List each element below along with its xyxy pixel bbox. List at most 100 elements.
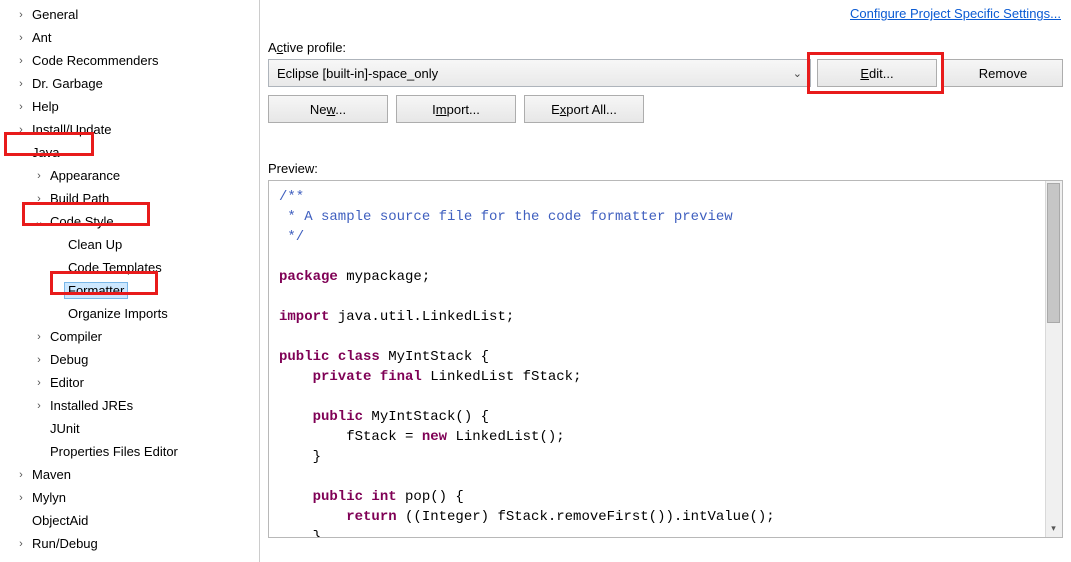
scroll-down-icon[interactable]: ▾ [1045, 520, 1062, 537]
spacer-icon: · [50, 308, 64, 320]
active-profile-label: Active profile: [268, 40, 1063, 55]
code-token: java.util.LinkedList; [329, 309, 514, 325]
tree-item-code-recommenders[interactable]: ›Code Recommenders [0, 49, 259, 72]
remove-button-label: Remove [979, 66, 1027, 81]
active-profile-select[interactable]: Eclipse [built-in]-space_only ⌄ [268, 59, 811, 87]
code-token: int [363, 489, 397, 505]
tree-item-installed-jres[interactable]: ›Installed JREs [0, 394, 259, 417]
tree-label: Team [28, 558, 68, 562]
formatter-page: Configure Project Specific Settings... A… [260, 0, 1071, 562]
chevron-right-icon: › [32, 331, 46, 343]
tree-label: Dr. Garbage [28, 75, 107, 92]
tree-label: Editor [46, 374, 88, 391]
code-token: pop() { [397, 489, 464, 505]
tree-label: Build Path [46, 190, 113, 207]
vertical-scrollbar[interactable]: ▴ ▾ [1045, 181, 1062, 537]
chevron-right-icon: › [32, 193, 46, 205]
code-token: return [279, 509, 397, 525]
tree-item-editor[interactable]: ›Editor [0, 371, 259, 394]
tree-item-ant[interactable]: ›Ant [0, 26, 259, 49]
tree-label: Properties Files Editor [46, 443, 182, 460]
preview-code[interactable]: /** * A sample source file for the code … [269, 181, 1062, 538]
code-token: } [279, 449, 321, 465]
spacer-icon: · [50, 262, 64, 274]
spacer-icon: · [14, 515, 28, 527]
tree-item-objectaid[interactable]: ·ObjectAid [0, 509, 259, 532]
import-button[interactable]: Import... [396, 95, 516, 123]
spacer-icon: · [50, 239, 64, 251]
tree-label: Clean Up [64, 236, 126, 253]
tree-label: Install/Update [28, 121, 116, 138]
code-token: package [279, 269, 338, 285]
new-button[interactable]: New... [268, 95, 388, 123]
tree-item-appearance[interactable]: ›Appearance [0, 164, 259, 187]
tree-item-run-debug[interactable]: ›Run/Debug [0, 532, 259, 555]
code-token: import [279, 309, 329, 325]
tree-item-compiler[interactable]: ›Compiler [0, 325, 259, 348]
tree-item-mylyn[interactable]: ›Mylyn [0, 486, 259, 509]
code-token: public [279, 409, 363, 425]
chevron-right-icon: › [14, 101, 28, 113]
tree-label: Organize Imports [64, 305, 172, 322]
tree-item-properties-files-editor[interactable]: ·Properties Files Editor [0, 440, 259, 463]
edit-button[interactable]: Edit... [817, 59, 937, 87]
chevron-right-icon: › [32, 170, 46, 182]
tree-item-debug[interactable]: ›Debug [0, 348, 259, 371]
scroll-thumb[interactable] [1047, 183, 1060, 323]
chevron-down-icon: ⌄ [32, 215, 46, 228]
chevron-right-icon: › [14, 538, 28, 550]
chevron-right-icon: › [14, 32, 28, 44]
chevron-down-icon: ⌄ [14, 146, 28, 159]
tree-label: Appearance [46, 167, 124, 184]
code-token: MyIntStack() { [363, 409, 489, 425]
tree-item-clean-up[interactable]: ·Clean Up [0, 233, 259, 256]
tree-item-junit[interactable]: ·JUnit [0, 417, 259, 440]
chevron-right-icon: › [14, 492, 28, 504]
tree-label: Ant [28, 29, 56, 46]
tree-item-formatter[interactable]: ·Formatter [0, 279, 259, 302]
tree-label: Compiler [46, 328, 106, 345]
tree-label: General [28, 6, 82, 23]
code-token: * A sample source file for the code form… [279, 209, 733, 225]
tree-item-code-style[interactable]: ⌄Code Style [0, 210, 259, 233]
tree-item-organize-imports[interactable]: ·Organize Imports [0, 302, 259, 325]
tree-label: Code Recommenders [28, 52, 162, 69]
tree-item-team[interactable]: ›Team [0, 555, 259, 562]
code-token: private [279, 369, 371, 385]
tree-label: Help [28, 98, 63, 115]
code-token: LinkedList fStack; [422, 369, 582, 385]
code-token: public [279, 349, 329, 365]
code-token: public [279, 489, 363, 505]
tree-item-java[interactable]: ⌄Java [0, 141, 259, 164]
code-token: ((Integer) fStack.removeFirst()).intValu… [397, 509, 775, 525]
code-token: MyIntStack { [380, 349, 489, 365]
export-all-button[interactable]: Export All... [524, 95, 644, 123]
configure-project-specific-link[interactable]: Configure Project Specific Settings... [850, 6, 1061, 21]
tree-label: Formatter [64, 282, 128, 299]
chevron-right-icon: › [14, 55, 28, 67]
tree-label: Installed JREs [46, 397, 137, 414]
code-token: mypackage; [338, 269, 430, 285]
code-token: class [329, 349, 379, 365]
tree-item-maven[interactable]: ›Maven [0, 463, 259, 486]
tree-item-install-update[interactable]: ›Install/Update [0, 118, 259, 141]
tree-item-code-templates[interactable]: ·Code Templates [0, 256, 259, 279]
code-token: /** [279, 189, 304, 205]
chevron-right-icon: › [14, 9, 28, 21]
spacer-icon: · [50, 285, 64, 297]
chevron-right-icon: › [32, 377, 46, 389]
remove-button[interactable]: Remove [943, 59, 1063, 87]
chevron-right-icon: › [14, 78, 28, 90]
tree-item-help[interactable]: ›Help [0, 95, 259, 118]
chevron-right-icon: › [14, 469, 28, 481]
tree-label: Code Style [46, 213, 118, 230]
tree-label: JUnit [46, 420, 84, 437]
tree-item-dr-garbage[interactable]: ›Dr. Garbage [0, 72, 259, 95]
tree-label: Maven [28, 466, 75, 483]
tree-item-general[interactable]: ›General [0, 3, 259, 26]
chevron-right-icon: › [14, 124, 28, 136]
preview-label: Preview: [268, 161, 1063, 176]
tree-label: Mylyn [28, 489, 70, 506]
tree-label: ObjectAid [28, 512, 92, 529]
tree-item-build-path[interactable]: ›Build Path [0, 187, 259, 210]
